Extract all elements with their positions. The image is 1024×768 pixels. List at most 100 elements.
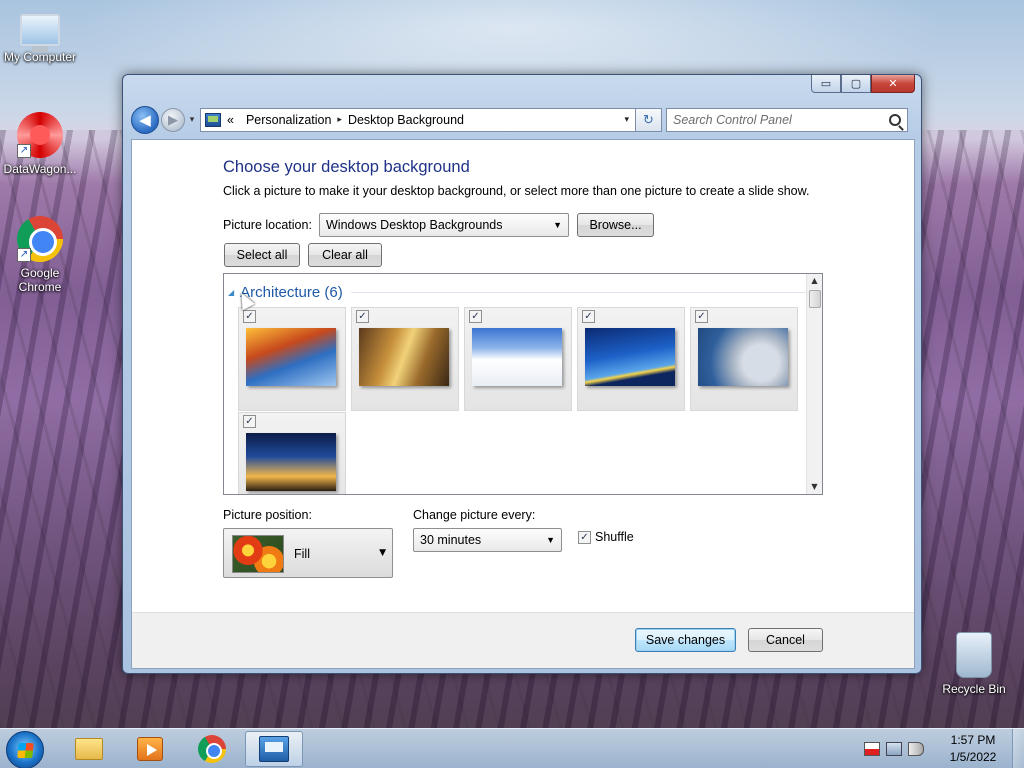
page-title: Choose your desktop background [223, 158, 470, 176]
desktop-icon-recycle-bin[interactable]: Recycle Bin [934, 632, 1014, 696]
control-panel-icon [205, 113, 221, 127]
back-arrow-icon: ◀ [139, 111, 151, 129]
search-box[interactable] [666, 108, 908, 132]
desktop-icon-label: DataWagon... [3, 162, 77, 176]
page-description: Click a picture to make it your desktop … [223, 184, 810, 198]
shuffle-checkbox[interactable]: ✓ [578, 530, 591, 544]
show-desktop-button[interactable] [1012, 729, 1024, 768]
content-pane: Choose your desktop background Click a p… [131, 139, 915, 669]
chrome-icon: ↗ [17, 216, 63, 262]
minimize-button[interactable]: ▭ [811, 75, 841, 93]
select-all-button[interactable]: Select all [224, 243, 300, 267]
volume-icon[interactable] [908, 742, 924, 756]
recent-pages-dropdown[interactable]: ▾ [186, 115, 198, 125]
wallpaper-thumbnail[interactable]: ✓ [577, 307, 685, 411]
search-icon[interactable] [889, 114, 901, 126]
close-button[interactable]: ✕ [871, 75, 915, 93]
breadcrumb-separator-icon[interactable]: ▸ [337, 115, 342, 125]
navigation-bar: ◀ ▶ ▾ « Personalization ▸ Desktop Backgr… [131, 105, 915, 135]
folder-icon [75, 738, 103, 760]
chrome-icon [198, 735, 226, 763]
shuffle-label: Shuffle [595, 530, 634, 544]
save-changes-button[interactable]: Save changes [635, 628, 736, 652]
collapse-triangle-icon[interactable]: ◢ [228, 288, 234, 297]
desktop-icon-label: My Computer [3, 50, 77, 64]
cancel-button[interactable]: Cancel [748, 628, 823, 652]
thumbnail-checkbox[interactable]: ✓ [356, 310, 369, 323]
dialog-footer: Save changes Cancel [132, 612, 914, 668]
clear-all-button[interactable]: Clear all [308, 243, 382, 267]
breadcrumb-personalization[interactable]: Personalization [246, 113, 331, 127]
architecture-image-1 [246, 328, 336, 386]
scrollbar-thumb[interactable] [809, 290, 821, 308]
shortcut-arrow-icon: ↗ [17, 248, 31, 262]
computer-icon [20, 14, 60, 52]
scroll-down-icon[interactable]: ▼ [807, 480, 822, 494]
address-dropdown-icon[interactable]: ▾ [624, 115, 629, 125]
clock-date: 1/5/2022 [949, 750, 997, 764]
clock[interactable]: 1:57 PM 1/5/2022 [934, 732, 1012, 766]
breadcrumb-desktop-background[interactable]: Desktop Background [348, 113, 464, 127]
browse-button[interactable]: Browse... [577, 213, 654, 237]
desktop-icon-google-chrome[interactable]: ↗ Google Chrome [0, 216, 80, 294]
shuffle-option[interactable]: ✓ Shuffle [578, 530, 634, 544]
back-button[interactable]: ◀ [131, 106, 159, 134]
scroll-up-icon[interactable]: ▲ [807, 274, 822, 288]
chevron-down-icon: ▼ [546, 535, 555, 545]
media-player-icon [137, 737, 163, 761]
system-tray: 1:57 PM 1/5/2022 [864, 729, 1024, 768]
desktop-background-window[interactable]: ▭ ▢ ✕ ◀ ▶ ▾ « Personalization ▸ Desktop … [122, 74, 922, 674]
thumbnail-checkbox[interactable]: ✓ [243, 310, 256, 323]
refresh-icon: ↻ [643, 112, 654, 128]
picture-location-select[interactable]: Windows Desktop Backgrounds ▼ [319, 213, 569, 237]
change-picture-interval-select[interactable]: 30 minutes ▼ [413, 528, 562, 552]
desktop-icon-datawagon[interactable]: ↗ DataWagon... [0, 112, 80, 176]
taskbar: 1:57 PM 1/5/2022 [0, 728, 1024, 768]
wallpaper-thumbnail[interactable]: ✓ [351, 307, 459, 411]
forward-button[interactable]: ▶ [161, 108, 185, 132]
wallpaper-thumbnail[interactable]: ✓ [238, 412, 346, 494]
action-center-flag-icon[interactable] [864, 742, 880, 756]
wallpaper-thumbnail[interactable]: ✓ [238, 307, 346, 411]
group-divider [350, 292, 808, 293]
address-bar[interactable]: « Personalization ▸ Desktop Background ▾ [200, 108, 636, 132]
thumbnail-checkbox[interactable]: ✓ [695, 310, 708, 323]
desktop-icon-my-computer[interactable]: My Computer [0, 8, 80, 64]
network-icon[interactable] [886, 742, 902, 756]
wallpaper-thumbnail[interactable]: ✓ [464, 307, 572, 411]
wallpaper-thumbnail[interactable]: ✓ [690, 307, 798, 411]
thumbnail-checkbox[interactable]: ✓ [469, 310, 482, 323]
picture-position-select[interactable]: Fill ▼ [223, 528, 393, 578]
clock-time: 1:57 PM [950, 733, 996, 747]
close-icon: ✕ [888, 77, 898, 90]
architecture-image-4 [585, 328, 675, 386]
caption-buttons: ▭ ▢ ✕ [811, 75, 915, 93]
start-button[interactable] [6, 731, 44, 768]
position-preview-image [232, 535, 284, 573]
picture-location-label: Picture location: [223, 218, 312, 232]
shortcut-arrow-icon: ↗ [17, 144, 31, 158]
taskbar-control-panel-button[interactable] [245, 731, 303, 767]
architecture-image-3 [472, 328, 562, 386]
taskbar-chrome-button[interactable] [183, 731, 241, 767]
control-panel-icon [259, 736, 289, 762]
refresh-button[interactable]: ↻ [636, 108, 662, 132]
datawagon-icon: ↗ [17, 112, 63, 158]
thumbnail-checkbox[interactable]: ✓ [243, 415, 256, 428]
maximize-icon: ▢ [850, 77, 862, 90]
taskbar-media-player-button[interactable] [121, 731, 179, 767]
breadcrumb-overflow[interactable]: « [227, 113, 234, 127]
taskbar-explorer-button[interactable] [60, 731, 118, 767]
minimize-icon: ▭ [820, 77, 832, 90]
change-picture-label: Change picture every: [413, 508, 536, 522]
forward-arrow-icon: ▶ [168, 112, 178, 128]
picture-position-value: Fill [294, 547, 310, 561]
chevron-down-icon: ▼ [379, 548, 386, 558]
picture-location-value: Windows Desktop Backgrounds [326, 218, 503, 232]
search-input[interactable] [673, 113, 889, 127]
thumbnail-checkbox[interactable]: ✓ [582, 310, 595, 323]
gallery-scrollbar[interactable]: ▲ ▼ [806, 274, 822, 494]
picture-gallery[interactable]: ◢ Architecture (6) ✓ ✓ ✓ ✓ ✓ ✓ ▲ ▼ [223, 273, 823, 495]
group-header-architecture[interactable]: ◢ Architecture (6) [228, 284, 808, 301]
maximize-button[interactable]: ▢ [841, 75, 871, 93]
